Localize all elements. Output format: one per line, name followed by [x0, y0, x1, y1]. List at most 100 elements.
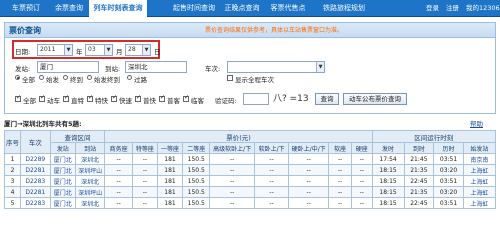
cell-depart-station[interactable]: 厦门北 [49, 175, 76, 187]
check-emu[interactable] [39, 94, 45, 102]
cell-hard-sleeper: -- [288, 197, 330, 209]
cell-depart-time: 18:15 [371, 164, 405, 176]
table-row: 1 D2289 厦门北 深圳北 -- -- 181 150.5 -- -- -- -- -- 17:54 2… [4, 153, 497, 165]
notice-text: 票价查询结果仅供参考，具体以车站售票窗口为准。 [205, 27, 344, 34]
nav-timetable-query[interactable]: 列车时刻表查询 [89, 0, 147, 17]
col-duration: 历时 [433, 142, 464, 154]
table-row: 2 D2281 厦门北 深圳坪山 -- -- 181 150.5 -- -- -- -- -- 18:15… [4, 164, 497, 176]
check-fast[interactable] [111, 94, 117, 102]
from-station-input[interactable]: 厦门 [37, 61, 99, 73]
check-fast-label: 快速 [119, 97, 132, 105]
to-station-input[interactable]: 深圳北 [125, 61, 187, 73]
cell-business: -- [104, 175, 133, 187]
check-temporary-label: 临客 [191, 97, 204, 105]
col-first: 一等座 [156, 142, 184, 154]
cell-first: 181 [156, 197, 184, 209]
cell-arrive-time: 21:35 [403, 164, 435, 176]
show-full-checkbox[interactable] [227, 75, 233, 81]
cell-second: 150.5 [182, 164, 211, 176]
cell-arrive-station[interactable]: 深圳北 [74, 153, 106, 165]
table-row: 4 D2281 厦门北 深圳坪山 -- -- 181 150.5 -- -- -- -- -- 18:15… [4, 186, 497, 198]
radio-origin[interactable] [39, 75, 44, 80]
cell-origin[interactable]: 南京南 [462, 153, 497, 165]
login-link[interactable]: 登录 [426, 0, 439, 17]
col-business: 商务座 [104, 142, 133, 154]
check-all[interactable] [15, 94, 21, 102]
nav-ticket-booking[interactable]: 车票预订 [4, 0, 48, 17]
cell-origin[interactable]: 上海虹 [462, 186, 497, 198]
cell-train[interactable]: D2289 [19, 153, 51, 165]
my-12306-link[interactable]: 我的12306 [466, 0, 500, 17]
year-unit: 年 [76, 48, 83, 56]
cell-origin[interactable]: 上海虹 [462, 175, 497, 187]
radio-origin-terminal[interactable] [87, 75, 92, 80]
cell-first: 181 [156, 164, 184, 176]
radio-all[interactable] [15, 75, 20, 80]
cell-origin[interactable]: 上海虹 [462, 197, 497, 209]
check-all-label: 全部 [23, 97, 36, 105]
col-soft-sleeper: 软卧上/下 [253, 142, 290, 154]
check-express-label: 特快 [95, 97, 108, 105]
cell-hard-seat: -- [351, 186, 373, 198]
emu-price-button[interactable]: 动车公布票价查询 [343, 93, 407, 105]
year-value: 2011 [40, 46, 56, 53]
cell-second: 150.5 [182, 175, 211, 187]
cell-soft-seat: -- [328, 153, 353, 165]
cell-train[interactable]: D2281 [19, 186, 51, 198]
cell-premium: -- [131, 197, 158, 209]
radio-terminal[interactable] [63, 75, 68, 80]
cell-second: 150.5 [182, 153, 211, 165]
col-group-fare: 票价(元) [104, 130, 373, 143]
nav-sale-time[interactable]: 起售时间查询 [170, 0, 218, 17]
cell-first: 181 [156, 175, 184, 187]
check-direct-express-label: 直特 [71, 97, 84, 105]
col-index: 序号 [4, 130, 21, 154]
month-select[interactable]: 03 ▼ [85, 44, 113, 56]
cell-deluxe-soft-sleeper: -- [209, 186, 255, 198]
radio-origin-terminal-label: 始发终到 [94, 76, 120, 84]
radio-passing-label: 过路 [134, 76, 147, 84]
cell-deluxe-soft-sleeper: -- [209, 164, 255, 176]
cell-train[interactable]: D2281 [19, 164, 51, 176]
train-label: 车次: [205, 65, 221, 73]
check-direct-express[interactable] [63, 94, 69, 102]
fare-table-body: 1 D2289 厦门北 深圳北 -- -- 181 150.5 -- -- -- -- -- 17:54 2… [4, 153, 497, 209]
cell-second: 150.5 [182, 186, 211, 198]
year-select[interactable]: 2011 ▼ [37, 44, 73, 56]
cell-second: 150.5 [182, 197, 211, 209]
cell-depart-station[interactable]: 厦门北 [49, 197, 76, 209]
cell-depart-time: 17:54 [371, 153, 405, 165]
cell-arrive-station[interactable]: 深圳北 [74, 175, 106, 187]
cell-hard-sleeper: -- [288, 153, 330, 165]
nav-remaining-tickets[interactable]: 余票查询 [50, 0, 88, 17]
cell-origin[interactable]: 上海虹 [462, 164, 497, 176]
captcha-input[interactable] [243, 93, 269, 105]
cell-train[interactable]: D2283 [19, 197, 51, 209]
cell-train[interactable]: D2283 [19, 175, 51, 187]
col-group-timetable: 区间运行时刻 [371, 130, 497, 143]
cell-arrive-station[interactable]: 深圳坪山 [74, 186, 106, 198]
check-ordinary-fast[interactable] [135, 94, 141, 102]
col-arrive-station: 到站 [74, 142, 106, 154]
col-second: 二等座 [182, 142, 211, 154]
nav-delay-query[interactable]: 正晚点查询 [222, 0, 262, 17]
help-link[interactable]: 帮助 [470, 118, 483, 128]
cell-arrive-station[interactable]: 深圳坪山 [74, 164, 106, 176]
register-link[interactable]: 注册 [446, 0, 459, 17]
nav-agency-points[interactable]: 客票代售点 [265, 0, 311, 17]
cell-depart-station[interactable]: 厦门北 [49, 164, 76, 176]
cell-soft-sleeper: -- [253, 175, 290, 187]
check-express[interactable] [87, 94, 93, 102]
check-ordinary[interactable] [159, 94, 165, 102]
month-unit: 月 [116, 48, 123, 56]
cell-depart-station[interactable]: 厦门北 [49, 186, 76, 198]
captcha-image[interactable]: 八? =13 [273, 91, 309, 104]
radio-passing[interactable] [127, 75, 132, 80]
cell-arrive-station[interactable]: 深圳北 [74, 197, 106, 209]
cell-depart-station[interactable]: 厦门北 [49, 153, 76, 165]
nav-trip-planner[interactable]: 铁路旅程规划 [316, 0, 372, 17]
query-button[interactable]: 查询 [315, 93, 339, 105]
day-select[interactable]: 28 ▼ [125, 44, 151, 56]
check-temporary[interactable] [183, 94, 189, 102]
train-select[interactable]: ▼ [227, 61, 325, 73]
